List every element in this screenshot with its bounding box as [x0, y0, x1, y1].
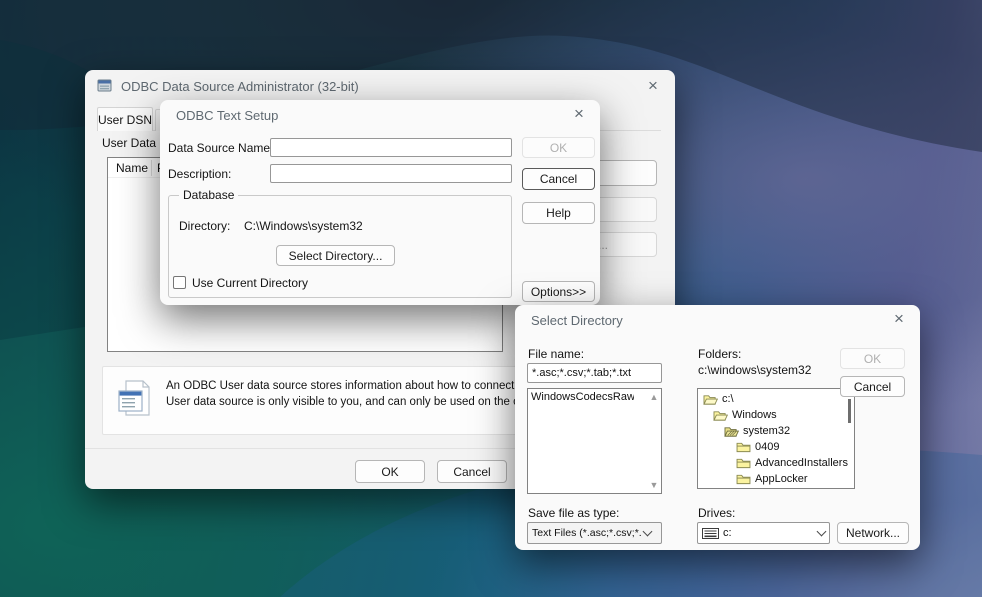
use-current-directory-label: Use Current Directory	[192, 276, 308, 290]
description-input[interactable]	[270, 164, 512, 183]
select-directory-button[interactable]: Select Directory...	[276, 245, 395, 266]
dsn-input[interactable]	[270, 138, 512, 157]
file-name-label: File name:	[528, 347, 584, 361]
cancel-button[interactable]: Cancel	[840, 376, 905, 397]
tree-item-windows[interactable]: Windows	[698, 407, 854, 423]
chevron-down-icon	[643, 526, 653, 536]
close-icon[interactable]: ×	[890, 310, 908, 328]
dialog-title: ODBC Text Setup	[176, 108, 278, 123]
drives-label: Drives:	[698, 506, 735, 520]
tree-item-applocker[interactable]: AppLocker	[698, 471, 854, 487]
tree-item-system32-current[interactable]: system32	[698, 423, 854, 439]
folder-closed-icon	[736, 473, 751, 485]
tree-item-advancedinstallers[interactable]: AdvancedInstallers	[698, 455, 854, 471]
tree-item-0409[interactable]: 0409	[698, 439, 854, 455]
drive-icon	[702, 528, 719, 539]
ok-button[interactable]: OK	[840, 348, 905, 369]
save-type-label: Save file as type:	[528, 506, 619, 520]
folder-tree[interactable]: c:\ Windows system32 0409 AdvancedInstal…	[697, 388, 855, 489]
cancel-button[interactable]: Cancel	[437, 460, 507, 483]
folders-label: Folders:	[698, 347, 741, 361]
dialog-title: Select Directory	[531, 313, 623, 328]
scroll-up-icon[interactable]: ▲	[647, 392, 661, 402]
desktop: ODBC Data Source Administrator (32-bit) …	[0, 0, 982, 597]
help-button[interactable]: Help	[522, 202, 595, 224]
file-list-item[interactable]: WindowsCodecsRaw.txt	[531, 391, 634, 403]
directory-label: Directory:	[179, 219, 230, 233]
description-label: Description:	[168, 167, 231, 181]
close-icon[interactable]: ×	[644, 77, 662, 95]
tree-scrollbar-thumb[interactable]	[848, 399, 851, 423]
folder-closed-icon	[736, 457, 751, 469]
file-pattern-input[interactable]: *.asc;*.csv;*.tab;*.txt	[527, 363, 662, 383]
dsn-label: Data Source Name:	[168, 141, 273, 155]
scroll-down-icon[interactable]: ▼	[647, 480, 661, 490]
tree-item-drive-root[interactable]: c:\	[698, 391, 854, 407]
chevron-down-icon	[817, 526, 827, 536]
folder-closed-icon	[736, 441, 751, 453]
window-title: ODBC Data Source Administrator (32-bit)	[121, 79, 359, 94]
database-group-label: Database	[179, 188, 238, 202]
folder-open-icon	[713, 409, 728, 422]
cancel-button[interactable]: Cancel	[522, 168, 595, 190]
options-button[interactable]: Options>>	[522, 281, 595, 302]
folder-open-icon	[703, 393, 718, 406]
save-type-combobox[interactable]: Text Files (*.asc;*.csv;*.	[527, 522, 662, 544]
select-directory-dialog: Select Directory × File name: *.asc;*.cs…	[515, 305, 920, 550]
use-current-directory-checkbox[interactable]	[173, 276, 186, 289]
file-list[interactable]: WindowsCodecsRaw.txt ▲ ▼	[527, 388, 662, 494]
column-divider	[151, 160, 152, 176]
close-icon[interactable]: ×	[570, 105, 588, 123]
ok-button[interactable]: OK	[355, 460, 425, 483]
database-group: Database Directory: C:\Windows\system32 …	[168, 195, 512, 298]
current-path: c:\windows\system32	[698, 363, 811, 377]
column-header-name[interactable]: Name	[116, 161, 148, 175]
directory-value: C:\Windows\system32	[244, 219, 363, 233]
odbc-document-icon	[116, 379, 153, 421]
folder-open-current-icon	[724, 425, 739, 438]
ok-button[interactable]: OK	[522, 137, 595, 158]
odbc-app-icon	[97, 78, 113, 94]
tab-user-dsn[interactable]: User DSN	[97, 107, 153, 131]
odbc-text-setup-dialog: ODBC Text Setup × Data Source Name: Desc…	[160, 100, 600, 305]
drives-combobox[interactable]: c:	[697, 522, 830, 544]
network-button[interactable]: Network...	[837, 522, 909, 544]
